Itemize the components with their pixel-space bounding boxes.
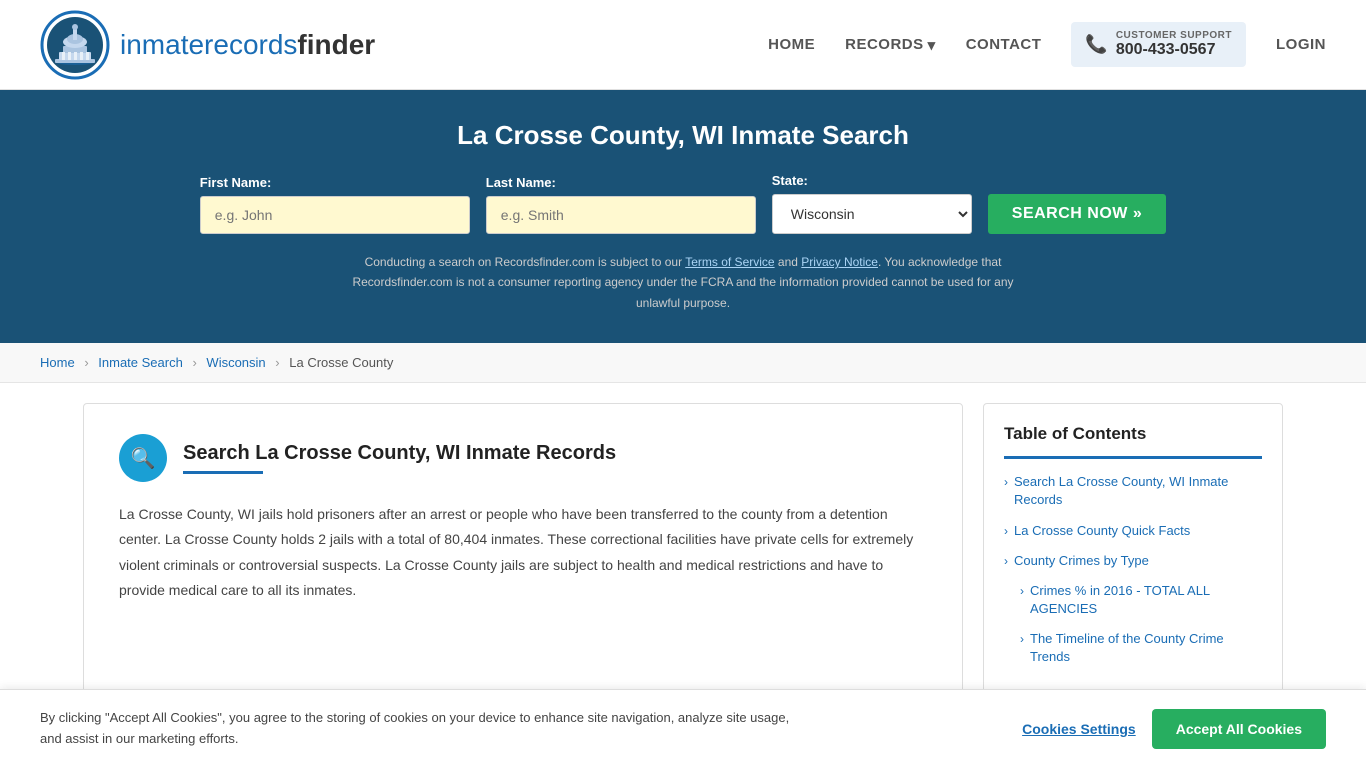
breadcrumb-sep-1: › (84, 355, 88, 370)
toc-link[interactable]: The Timeline of the County Crime Trends (1030, 630, 1262, 666)
chevron-right-icon: › (1004, 554, 1008, 568)
state-label: State: (772, 173, 808, 188)
support-number: 800-433-0567 (1116, 41, 1232, 59)
breadcrumb-home[interactable]: Home (40, 355, 75, 370)
toc-divider (1004, 456, 1262, 459)
first-name-group: First Name: (200, 175, 470, 234)
hero-section: La Crosse County, WI Inmate Search First… (0, 90, 1366, 343)
nav-contact[interactable]: CONTACT (966, 36, 1042, 53)
first-name-label: First Name: (200, 175, 272, 190)
toc-card: Table of Contents › Search La Crosse Coun… (983, 403, 1283, 700)
support-label: CUSTOMER SUPPORT (1116, 30, 1232, 41)
breadcrumb-sep-3: › (275, 355, 279, 370)
logo-wordmark: inmaterecordsfinder (120, 29, 375, 61)
chevron-right-icon: › (1020, 584, 1024, 598)
search-form: First Name: Last Name: State: AlabamaAla… (40, 173, 1326, 234)
chevron-down-icon: ▾ (928, 36, 936, 54)
content-title-group: Search La Crosse County, WI Inmate Recor… (183, 442, 616, 474)
toc-link[interactable]: County Crimes by Type (1014, 552, 1149, 570)
toc-item[interactable]: › The Timeline of the County Crime Trends (1020, 630, 1262, 666)
accept-cookies-button[interactable]: Accept All Cookies (1152, 709, 1326, 749)
breadcrumb: Home › Inmate Search › Wisconsin › La Cr… (0, 343, 1366, 383)
chevron-right-icon: › (1004, 475, 1008, 489)
logo-icon (40, 10, 110, 80)
chevron-right-icon: › (1004, 524, 1008, 538)
breadcrumb-state[interactable]: Wisconsin (206, 355, 265, 370)
main-content: 🔍 Search La Crosse County, WI Inmate Rec… (43, 383, 1323, 720)
cookie-actions: Cookies Settings Accept All Cookies (1022, 709, 1326, 749)
toc-item[interactable]: › La Crosse County Quick Facts (1004, 522, 1262, 540)
toc-item[interactable]: › County Crimes by Type (1004, 552, 1262, 570)
main-nav: HOME RECORDS ▾ CONTACT 📞 CUSTOMER SUPPOR… (768, 22, 1326, 67)
toc-item[interactable]: › Search La Crosse County, WI Inmate Reco… (1004, 473, 1262, 509)
terms-link[interactable]: Terms of Service (685, 255, 774, 269)
breadcrumb-county: La Crosse County (289, 355, 393, 370)
support-info: CUSTOMER SUPPORT 800-433-0567 (1116, 30, 1232, 59)
cookies-settings-button[interactable]: Cookies Settings (1022, 721, 1136, 737)
nav-records[interactable]: RECORDS ▾ (845, 36, 936, 54)
sidebar: Table of Contents › Search La Crosse Coun… (983, 403, 1283, 700)
last-name-input[interactable] (486, 196, 756, 234)
phone-icon: 📞 (1085, 34, 1107, 55)
cookie-banner: By clicking "Accept All Cookies", you ag… (0, 689, 1366, 768)
logo-text-part1: inmaterecords (120, 29, 297, 60)
search-button[interactable]: SEARCH NOW » (988, 194, 1166, 234)
cookie-text: By clicking "Accept All Cookies", you ag… (40, 708, 790, 750)
support-box[interactable]: 📞 CUSTOMER SUPPORT 800-433-0567 (1071, 22, 1246, 67)
search-icon: 🔍 (131, 446, 156, 471)
toc-item[interactable]: › Crimes % in 2016 - TOTAL ALL AGENCIES (1020, 582, 1262, 618)
privacy-link[interactable]: Privacy Notice (801, 255, 878, 269)
content-title: Search La Crosse County, WI Inmate Recor… (183, 442, 616, 465)
state-select[interactable]: AlabamaAlaskaArizonaArkansasCaliforniaCo… (772, 194, 972, 234)
nav-home[interactable]: HOME (768, 36, 815, 53)
last-name-label: Last Name: (486, 175, 556, 190)
toc-title: Table of Contents (1004, 424, 1262, 444)
content-card: 🔍 Search La Crosse County, WI Inmate Rec… (83, 403, 963, 700)
last-name-group: Last Name: (486, 175, 756, 234)
nav-records-label: RECORDS (845, 36, 924, 53)
logo[interactable]: inmaterecordsfinder (40, 10, 375, 80)
toc-link[interactable]: Crimes % in 2016 - TOTAL ALL AGENCIES (1030, 582, 1262, 618)
toc-link[interactable]: La Crosse County Quick Facts (1014, 522, 1190, 540)
breadcrumb-inmate-search[interactable]: Inmate Search (98, 355, 183, 370)
toc-link[interactable]: Search La Crosse County, WI Inmate Recor… (1014, 473, 1262, 509)
toc-items: › Search La Crosse County, WI Inmate Reco… (1004, 473, 1262, 667)
content-body: La Crosse County, WI jails hold prisoner… (119, 502, 927, 603)
title-underline (183, 471, 263, 474)
nav-login[interactable]: LOGIN (1276, 36, 1326, 53)
breadcrumb-sep-2: › (192, 355, 196, 370)
state-group: State: AlabamaAlaskaArizonaArkansasCalif… (772, 173, 972, 234)
site-header: inmaterecordsfinder HOME RECORDS ▾ CONTA… (0, 0, 1366, 90)
logo-text-part2: finder (297, 29, 375, 60)
search-circle-icon: 🔍 (119, 434, 167, 482)
first-name-input[interactable] (200, 196, 470, 234)
hero-title: La Crosse County, WI Inmate Search (40, 120, 1326, 151)
chevron-right-icon: › (1020, 632, 1024, 646)
hero-disclaimer: Conducting a search on Recordsfinder.com… (333, 252, 1033, 313)
content-header: 🔍 Search La Crosse County, WI Inmate Rec… (119, 434, 927, 482)
